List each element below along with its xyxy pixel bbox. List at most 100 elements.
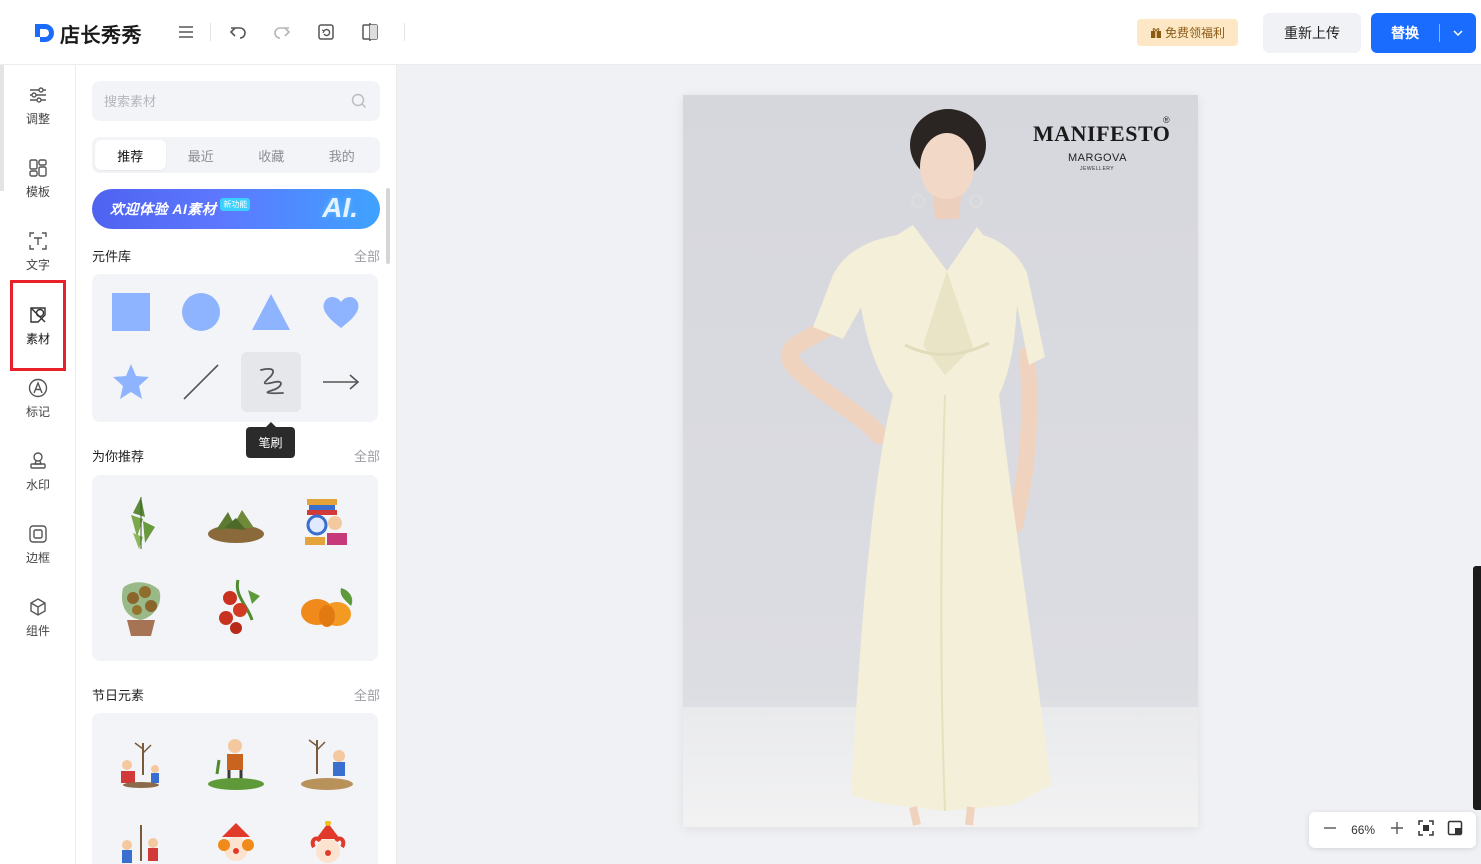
square-shape[interactable] bbox=[101, 282, 161, 342]
tomato-plant-sticker[interactable] bbox=[109, 575, 173, 639]
section-header-holiday: 节日元素 全部 bbox=[92, 685, 380, 704]
sidebar-item-component[interactable]: 组件 bbox=[10, 587, 66, 647]
reset-icon[interactable] bbox=[316, 22, 336, 42]
circle-shape[interactable] bbox=[171, 282, 231, 342]
tab-favorites[interactable]: 收藏 bbox=[236, 140, 307, 170]
fit-screen-icon[interactable] bbox=[1418, 819, 1434, 841]
brand-tagline: JEWELLERY bbox=[1080, 166, 1115, 172]
sidebar-item-label: 文字 bbox=[25, 257, 50, 272]
ai-banner-text: 欢迎体验 AI素材 bbox=[110, 201, 217, 217]
tab-mine[interactable]: 我的 bbox=[307, 140, 378, 170]
material-panel: 推荐 最近 收藏 我的 欢迎体验 AI素材 新功能 AI. 元件库 全部 bbox=[76, 65, 397, 864]
top-toolbar: 店长秀秀 免费领福利 重新上传 替换 bbox=[0, 0, 1481, 65]
sliders-icon bbox=[30, 86, 46, 103]
frame-icon bbox=[29, 524, 47, 543]
search-box[interactable] bbox=[92, 81, 380, 121]
sidebar-item-template[interactable]: 模板 bbox=[10, 148, 66, 208]
undo-icon[interactable] bbox=[228, 22, 248, 42]
side-collapse-handle[interactable] bbox=[1473, 566, 1481, 810]
section-header-components: 元件库 全部 bbox=[92, 246, 380, 265]
sidebar-item-label: 组件 bbox=[25, 623, 50, 638]
triangle-shape[interactable] bbox=[241, 282, 301, 342]
pumpkin-sticker[interactable] bbox=[296, 575, 360, 639]
free-benefit-label: 免费领福利 bbox=[1164, 26, 1225, 40]
material-tabs: 推荐 最近 收藏 我的 bbox=[92, 137, 380, 173]
redo-icon[interactable] bbox=[272, 22, 292, 42]
sidebar-item-label: 水印 bbox=[25, 477, 50, 492]
zoom-controls: 66% bbox=[1309, 812, 1476, 848]
reading-child-sticker[interactable] bbox=[296, 491, 360, 555]
reupload-button[interactable]: 重新上传 bbox=[1263, 13, 1361, 53]
section-title: 为你推荐 bbox=[92, 449, 145, 464]
zoom-in-icon[interactable] bbox=[1389, 820, 1405, 841]
tab-recommend[interactable]: 推荐 bbox=[95, 140, 166, 170]
sidebar-item-watermark[interactable]: 水印 bbox=[10, 441, 66, 501]
planting-tree-sticker[interactable] bbox=[109, 731, 173, 795]
new-feature-badge: 新功能 bbox=[220, 197, 251, 211]
view-all-link[interactable]: 全部 bbox=[354, 685, 380, 704]
star-shape[interactable] bbox=[101, 352, 161, 412]
sidebar-item-label: 边框 bbox=[25, 550, 50, 565]
sidebar-item-label: 调整 bbox=[25, 111, 50, 126]
digging-boy-sticker[interactable] bbox=[204, 731, 268, 795]
zongzi-leaf-sticker[interactable] bbox=[109, 491, 173, 555]
view-all-link[interactable]: 全部 bbox=[354, 446, 380, 465]
app-logo[interactable]: 店长秀秀 bbox=[32, 19, 142, 47]
kids-tree-sticker[interactable] bbox=[109, 817, 173, 864]
arrow-shape[interactable] bbox=[311, 352, 371, 412]
sidebar-item-text[interactable]: 文字 bbox=[10, 221, 66, 281]
sidebar-item-label: 标记 bbox=[25, 404, 50, 419]
search-input[interactable] bbox=[104, 93, 350, 109]
component-icon bbox=[30, 597, 46, 616]
line-shape[interactable] bbox=[171, 352, 231, 412]
zongzi-plate-sticker[interactable] bbox=[204, 491, 268, 555]
toolbar-divider bbox=[404, 23, 405, 41]
sidebar-item-material[interactable]: 素材 bbox=[10, 280, 66, 371]
clown-girl-sticker[interactable] bbox=[296, 817, 360, 864]
compare-icon[interactable] bbox=[360, 22, 380, 42]
panel-scrollbar[interactable] bbox=[386, 188, 390, 264]
menu-icon[interactable] bbox=[176, 22, 196, 42]
stamp-icon bbox=[30, 451, 46, 469]
registered-mark: ® bbox=[1163, 115, 1170, 125]
zoom-out-icon[interactable] bbox=[1322, 820, 1338, 841]
sidebar-item-frame[interactable]: 边框 bbox=[10, 514, 66, 574]
clown-sticker[interactable] bbox=[204, 817, 268, 864]
logo-icon bbox=[35, 24, 54, 42]
brush-shape[interactable] bbox=[241, 352, 301, 412]
template-icon bbox=[29, 158, 47, 177]
sidebar-item-label: 模板 bbox=[25, 184, 50, 199]
mark-icon bbox=[28, 378, 48, 397]
zoom-level: 66% bbox=[1351, 823, 1376, 837]
minimap-icon[interactable] bbox=[1447, 820, 1463, 841]
product-photo[interactable]: MANIFESTO ® MARGOVA JEWELLERY bbox=[683, 95, 1198, 827]
chevron-down-icon[interactable] bbox=[1440, 27, 1476, 39]
sidebar-item-adjust[interactable]: 调整 bbox=[10, 75, 66, 135]
replace-label: 替换 bbox=[1391, 25, 1419, 41]
replace-button[interactable]: 替换 bbox=[1371, 13, 1476, 53]
section-header-recommend: 为你推荐 全部 bbox=[92, 446, 380, 465]
section-title: 元件库 bbox=[92, 249, 132, 264]
view-all-link[interactable]: 全部 bbox=[354, 246, 380, 265]
sidebar-item-label: 素材 bbox=[25, 332, 50, 346]
canvas-area[interactable]: MANIFESTO ® MARGOVA JEWELLERY bbox=[397, 65, 1481, 864]
sidebar-item-mark[interactable]: 标记 bbox=[10, 368, 66, 428]
section-title: 节日元素 bbox=[92, 688, 145, 703]
material-icon bbox=[30, 307, 46, 323]
watering-kids-sticker[interactable] bbox=[296, 731, 360, 795]
shape-library-card bbox=[92, 274, 378, 422]
rail-scroll-indicator bbox=[0, 65, 4, 191]
ai-logo-text: AI. bbox=[322, 192, 358, 223]
toolbar-divider bbox=[210, 23, 211, 41]
tomatoes-sticker[interactable] bbox=[204, 575, 268, 639]
tab-recent[interactable]: 最近 bbox=[166, 140, 237, 170]
brand-logo-text: MANIFESTO bbox=[1033, 121, 1171, 146]
brand-subtitle: MARGOVA bbox=[1068, 152, 1127, 164]
free-benefit-button[interactable]: 免费领福利 bbox=[1137, 19, 1238, 46]
holiday-card bbox=[92, 713, 378, 864]
search-icon[interactable] bbox=[350, 92, 368, 110]
ai-material-banner[interactable]: 欢迎体验 AI素材 新功能 AI. bbox=[92, 189, 380, 229]
heart-shape[interactable] bbox=[311, 282, 371, 342]
recommend-card bbox=[92, 475, 378, 661]
model-figure bbox=[781, 109, 1051, 826]
